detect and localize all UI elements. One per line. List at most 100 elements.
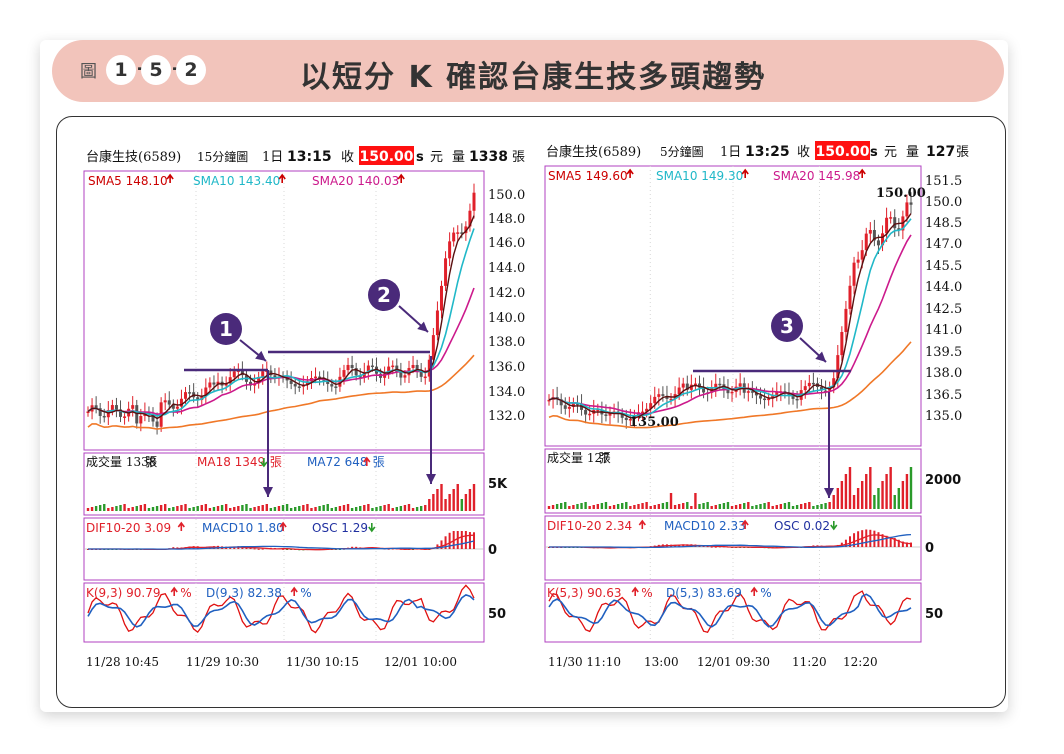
chart1-volume-bar bbox=[375, 507, 378, 511]
chart2-candle-body bbox=[759, 395, 763, 399]
chart2-price-tick: 139.5 bbox=[925, 345, 962, 360]
chart2-volume-legend-1-unit: 張 bbox=[599, 451, 611, 465]
chart1-candle-body bbox=[208, 382, 212, 388]
chart2-volume-bar bbox=[897, 488, 900, 509]
chart1-candle-body bbox=[452, 232, 456, 242]
chart1-time: 13:15 bbox=[287, 149, 332, 165]
chart2-volume-bar bbox=[877, 488, 880, 509]
chart1-volume-bar bbox=[338, 506, 342, 511]
chart2-callout-3-label: 3 bbox=[780, 314, 794, 338]
chart1-sma-legend-2: SMA10 143.40 bbox=[193, 174, 280, 188]
chart2-volume-bar bbox=[893, 495, 896, 509]
chart2-candle-body bbox=[803, 386, 807, 391]
chart2-volume-bar bbox=[759, 504, 762, 509]
chart1-volume-bar bbox=[115, 506, 118, 511]
chart1-candle-body bbox=[314, 376, 318, 379]
chart1-k-legend-unit: % bbox=[180, 586, 191, 600]
chart2-volume-bar bbox=[747, 502, 750, 509]
chart1-volume-bar bbox=[472, 484, 476, 511]
chart2-candle-body bbox=[868, 230, 872, 234]
chart2-volume-bar bbox=[592, 505, 595, 509]
chart1-volume-bar bbox=[245, 504, 248, 511]
chart2-volume-bar bbox=[844, 474, 848, 509]
chart1-volume-bar bbox=[192, 507, 195, 511]
chart1-osc-legend: OSC 1.29 bbox=[312, 521, 368, 535]
chart1-volume-bar bbox=[224, 504, 228, 511]
chart1-volume-bar bbox=[334, 507, 338, 511]
chart1-candle-body bbox=[439, 285, 443, 311]
chart1-candle-body bbox=[232, 371, 236, 378]
chart2-stock-name: 台康生技(6589) bbox=[546, 144, 641, 160]
chart1-volume-bar bbox=[359, 506, 362, 511]
chart1-price-tick: 148.0 bbox=[488, 212, 525, 227]
chart2-candle-body bbox=[889, 217, 893, 219]
chart2-volume-bar bbox=[869, 467, 872, 509]
chart1-volume-bar bbox=[135, 506, 138, 511]
chart2-volume-bar bbox=[673, 505, 677, 509]
chart1-volume-bar bbox=[407, 504, 411, 511]
chart1-price-tick: 144.0 bbox=[488, 261, 525, 276]
chart2-volume-bar bbox=[828, 502, 831, 509]
chart1-volume-bar bbox=[143, 504, 147, 511]
chart2-volume-bar bbox=[763, 503, 766, 509]
chart1-volume-bar bbox=[216, 506, 220, 511]
chart1-osc-bar bbox=[257, 548, 260, 550]
chart1-volume-bar bbox=[456, 484, 459, 511]
chart2-price-tick: 141.0 bbox=[925, 323, 962, 338]
chart2-x-label: 12:20 bbox=[843, 655, 878, 669]
chart2-candle-body bbox=[795, 398, 799, 401]
chart1-price-tick: 150.0 bbox=[488, 188, 525, 203]
chart1-volume-bar bbox=[452, 489, 455, 511]
chart1-candle-body bbox=[444, 258, 448, 286]
chart1-volume-bar bbox=[310, 508, 313, 511]
chart2-osc-bar bbox=[869, 529, 872, 547]
chart1-candle-body bbox=[346, 364, 350, 371]
chart1-volume-bar bbox=[342, 505, 346, 511]
chart1-volume-legend-3: MA72 648 bbox=[307, 455, 368, 469]
chart2-volume-bar bbox=[734, 505, 738, 509]
chart2-volume-bar bbox=[690, 506, 693, 509]
chart2-price-tick: 148.5 bbox=[925, 216, 962, 231]
chart2-candle-body bbox=[567, 406, 571, 409]
chart1-volume-bar bbox=[180, 505, 183, 511]
chart1-candle-body bbox=[448, 241, 452, 259]
chart2-candle-body bbox=[604, 414, 608, 416]
chart1-volume-bar bbox=[164, 504, 167, 511]
chart1-candle-body bbox=[342, 370, 346, 377]
chart2-candle-body bbox=[909, 202, 913, 205]
chart2-volume-bar bbox=[856, 488, 860, 509]
chart2-volume-bar bbox=[568, 506, 571, 509]
chart2-volume-bar bbox=[555, 504, 559, 509]
chart1-volume-bar bbox=[285, 504, 289, 511]
chart2-volume-bar bbox=[832, 495, 835, 509]
chart1-volume-bar bbox=[107, 508, 110, 511]
chart1-volume-bar bbox=[387, 504, 390, 511]
chart2-volume-bar bbox=[621, 503, 624, 509]
chart2-candle-body bbox=[718, 383, 722, 386]
chart1-volume-bar bbox=[326, 504, 329, 511]
chart2-volume-bar bbox=[901, 481, 905, 509]
chart1-volume-bar bbox=[424, 505, 427, 511]
chart1-price-tick: 136.0 bbox=[488, 360, 525, 375]
chart1-volume-bar bbox=[241, 505, 244, 511]
chart2-candle-body bbox=[885, 217, 889, 234]
chart2-x-label: 12/01 09:30 bbox=[697, 655, 770, 669]
chart2-volume-bar bbox=[852, 495, 856, 509]
chart1-volume-legend-2: MA18 1349 bbox=[197, 455, 265, 469]
chart1-volume-bar bbox=[172, 507, 175, 511]
chart1-volume-bar bbox=[281, 505, 285, 511]
chart2-volume-bar bbox=[873, 495, 876, 509]
chart1-candle-body bbox=[370, 365, 374, 368]
chart2-volume-bar bbox=[755, 505, 758, 509]
chart2-volume-bar bbox=[649, 506, 652, 509]
chart1-close-value: 150.00 bbox=[359, 149, 413, 165]
chart2-volume-bar bbox=[751, 506, 754, 509]
chart1-k-legend: K(9,3) 90.79 bbox=[86, 586, 160, 600]
chart1-x-label: 11/29 10:30 bbox=[186, 655, 259, 669]
chart2-volume-bar bbox=[677, 504, 681, 509]
chart1-volume-tick: 5K bbox=[488, 477, 508, 492]
chart2-volume-bar bbox=[682, 503, 685, 509]
chart1-candle-body bbox=[163, 400, 167, 403]
chart1-price-tick: 146.0 bbox=[488, 236, 525, 251]
chart1-volume-legend-3-unit: 張 bbox=[373, 455, 385, 469]
